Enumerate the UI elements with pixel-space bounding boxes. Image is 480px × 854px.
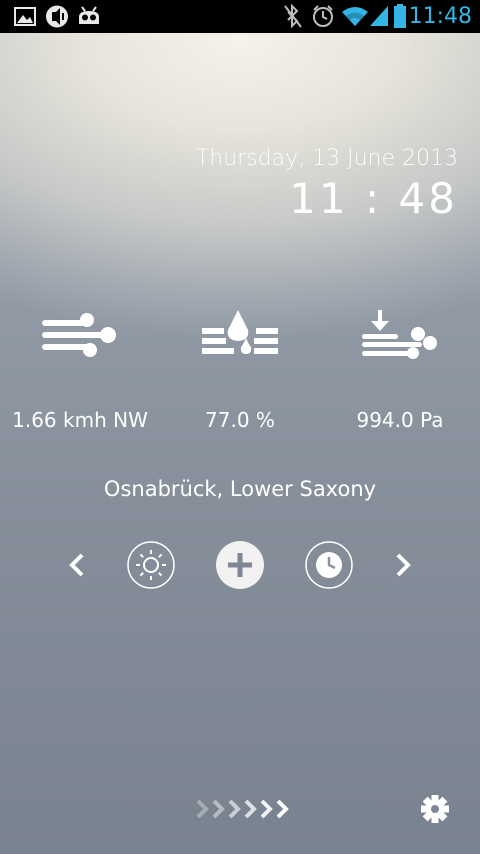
status-bar: 11:48 <box>0 0 480 33</box>
clock-icon[interactable] <box>304 540 354 590</box>
humidity-icon <box>202 310 278 354</box>
gear-icon[interactable] <box>418 792 452 826</box>
alarm-icon <box>313 5 333 27</box>
bluetooth-off-icon <box>284 3 302 29</box>
signal-icon <box>370 6 388 26</box>
clock-display: 11 : 48 <box>289 174 458 223</box>
humidity-value: 77.0 % <box>205 408 275 432</box>
plus-icon[interactable] <box>215 540 265 590</box>
sun-icon[interactable] <box>126 540 176 590</box>
pressure-icon <box>362 310 437 359</box>
wind-speed-value: 1.66 kmh NW <box>12 408 148 432</box>
screen: 11:48 Thursday, 13 June 2013 11 : 48 1.6… <box>0 0 480 854</box>
arrows-icon[interactable] <box>192 792 292 826</box>
chevron-left-icon[interactable] <box>62 540 92 590</box>
wind-icon <box>42 313 116 357</box>
date-label: Thursday, 13 June 2013 <box>195 146 458 171</box>
chevron-right-icon[interactable] <box>388 540 418 590</box>
gallery-icon <box>14 7 36 26</box>
android-robot-icon <box>79 6 99 24</box>
status-time: 11:48 <box>408 4 472 29</box>
wifi-icon <box>342 7 368 26</box>
media-icon <box>46 5 68 28</box>
location-label: Osnabrück, Lower Saxony <box>103 477 377 501</box>
pressure-value: 994.0 Pa <box>356 408 444 432</box>
battery-icon <box>394 4 406 28</box>
